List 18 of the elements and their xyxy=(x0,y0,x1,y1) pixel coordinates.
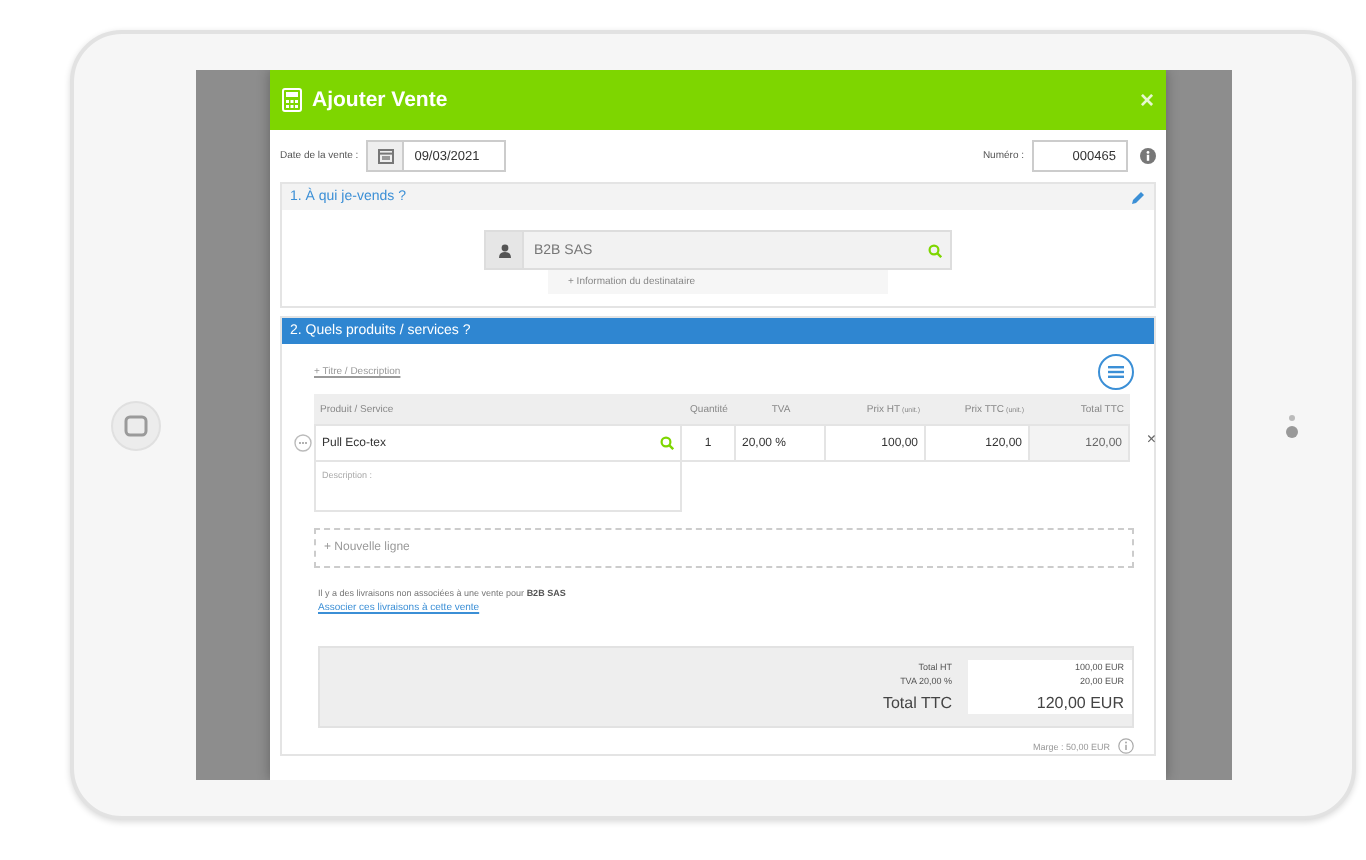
total-value: 120,00 EUR xyxy=(968,688,1132,714)
calendar-button[interactable] xyxy=(366,140,403,172)
calculator-icon xyxy=(282,88,302,112)
calendar-icon xyxy=(377,148,394,164)
info-icon xyxy=(1118,738,1134,754)
search-icon xyxy=(660,436,674,450)
camera-icon xyxy=(1284,411,1300,439)
dialog-title: Ajouter Vente xyxy=(312,88,450,112)
more-options-icon[interactable] xyxy=(294,434,312,452)
person-icon xyxy=(497,243,511,257)
pencil-icon[interactable] xyxy=(1130,189,1146,205)
remove-line-button[interactable]: × xyxy=(1146,430,1156,448)
home-button-icon xyxy=(109,399,161,451)
list-menu-button[interactable] xyxy=(1098,354,1134,390)
info-icon xyxy=(1140,148,1156,164)
list-icon xyxy=(1108,366,1124,378)
search-icon xyxy=(928,243,942,257)
total-label: Total TTC xyxy=(882,692,954,714)
